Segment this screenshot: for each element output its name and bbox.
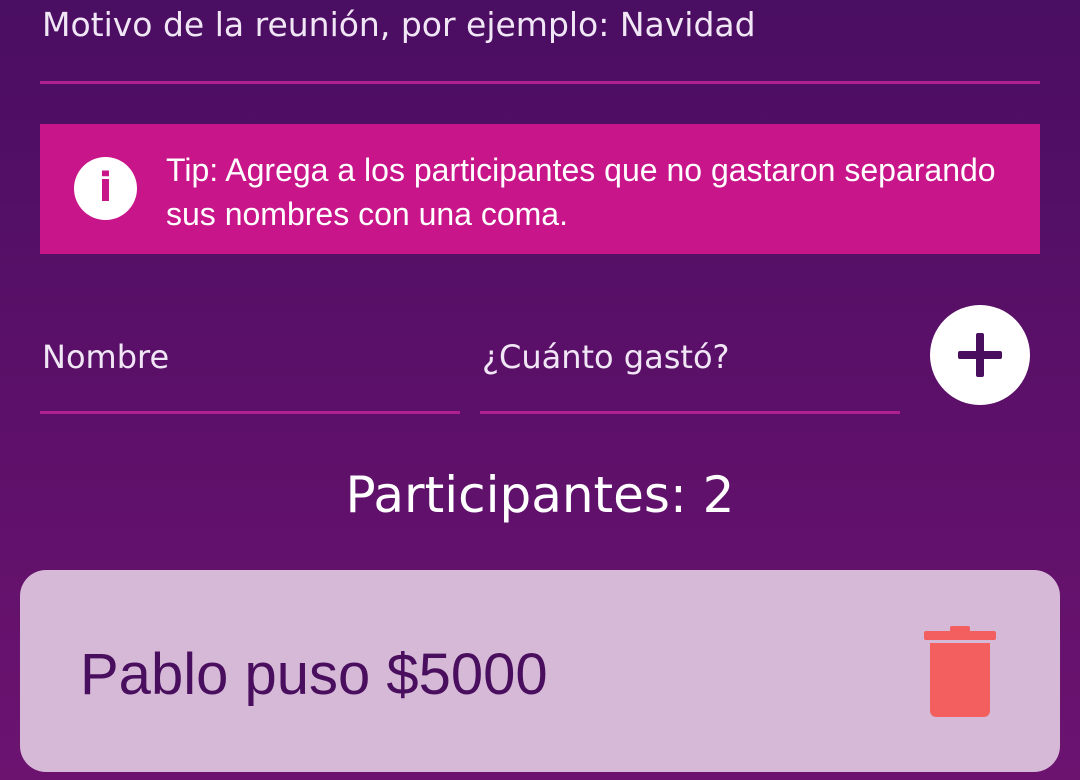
add-participant-button[interactable]	[930, 305, 1030, 405]
amount-input[interactable]	[482, 336, 882, 378]
trash-icon	[924, 626, 996, 717]
amount-field[interactable]	[480, 330, 900, 414]
tip-banner: i Tip: Agrega a los participantes que no…	[40, 124, 1040, 254]
tip-text: Tip: Agrega a los participantes que no g…	[166, 152, 996, 232]
reason-input[interactable]	[42, 4, 1032, 44]
participant-card: Pablo puso $5000	[20, 570, 1060, 772]
name-field[interactable]	[40, 330, 460, 414]
plus-icon	[958, 333, 1002, 377]
name-input[interactable]	[42, 336, 442, 378]
reason-field[interactable]	[40, 0, 1040, 84]
info-icon: i	[74, 157, 137, 220]
participant-summary: Pablo puso $5000	[80, 642, 548, 707]
delete-participant-button[interactable]	[924, 626, 996, 718]
participants-count-title: Participantes: 2	[345, 466, 735, 524]
